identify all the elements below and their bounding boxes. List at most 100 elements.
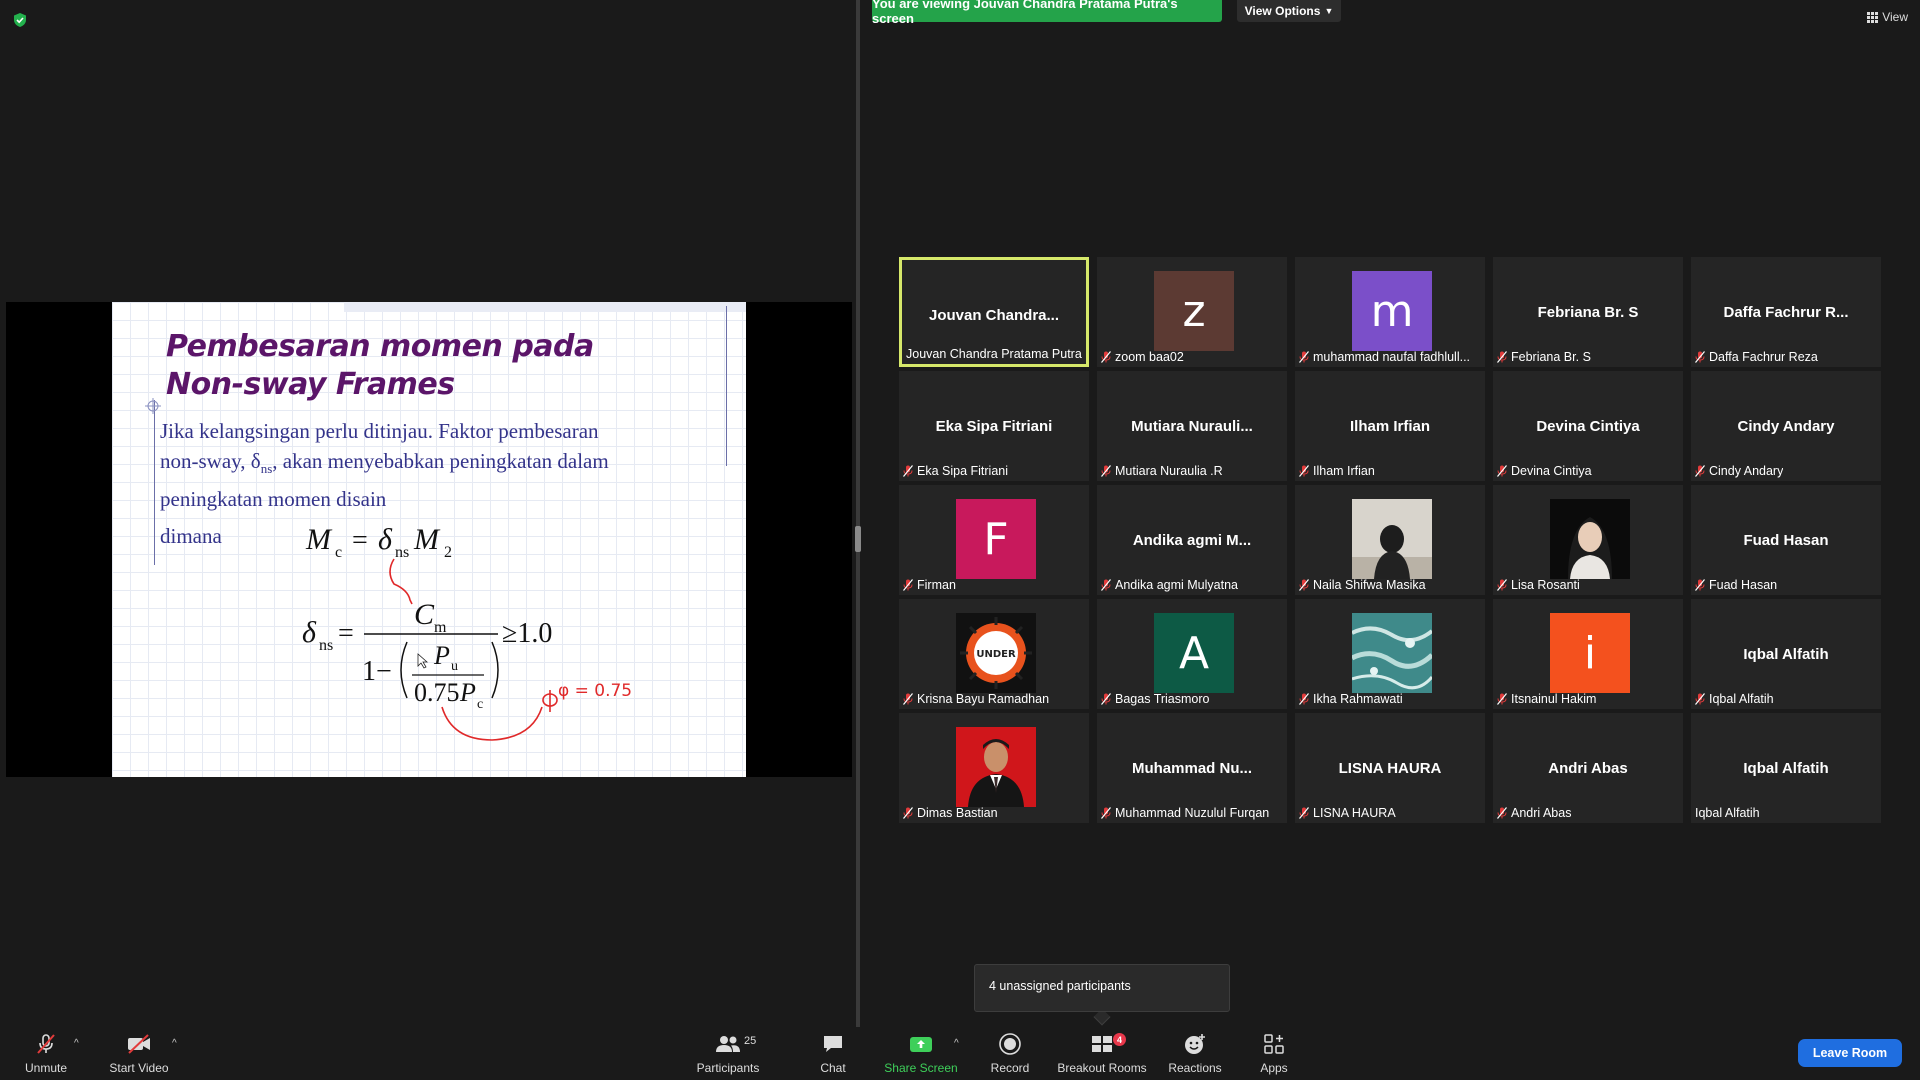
participant-display-name: Daffa Fachrur R... xyxy=(1723,304,1849,321)
svg-text:δ: δ xyxy=(378,523,393,556)
participant-tile[interactable]: Ilham Irfian Ilham Irfian xyxy=(1295,371,1485,481)
participant-name-label: Itsnainul Hakim xyxy=(1497,692,1679,706)
participant-name-label: Iqbal Alfatih xyxy=(1695,806,1877,820)
security-shield-icon[interactable] xyxy=(12,12,28,28)
mouse-pointer-icon xyxy=(417,653,429,669)
breakout-rooms-icon xyxy=(1092,1036,1112,1052)
participant-tile[interactable]: Iqbal Alfatih Iqbal Alfatih xyxy=(1691,713,1881,823)
participant-tile[interactable]: F Firman xyxy=(899,485,1089,595)
start-video-button[interactable]: Start Video xyxy=(104,1027,174,1080)
svg-text:1−: 1− xyxy=(362,656,392,687)
breakout-rooms-badge: 4 xyxy=(1113,1033,1126,1046)
leave-room-button[interactable]: Leave Room xyxy=(1798,1039,1902,1067)
participant-name-label: Fuad Hasan xyxy=(1695,578,1877,592)
participant-tile[interactable]: A Bagas Triasmoro xyxy=(1097,599,1287,709)
participant-display-name: Andri Abas xyxy=(1548,760,1628,777)
participant-name-text: Ilham Irfian xyxy=(1313,464,1375,478)
participant-tile[interactable]: Ikha Rahmawati xyxy=(1295,599,1485,709)
participant-display-name: LISNA HAURA xyxy=(1338,760,1442,777)
participant-name-text: Naila Shifwa Masika xyxy=(1313,578,1426,592)
mic-muted-icon xyxy=(1299,351,1309,363)
svg-text:M: M xyxy=(413,523,441,556)
participant-tile[interactable]: Naila Shifwa Masika xyxy=(1295,485,1485,595)
participant-tile[interactable]: Andika agmi M... Andika agmi Mulyatna xyxy=(1097,485,1287,595)
svg-text:u: u xyxy=(451,659,458,674)
participant-display-name: Devina Cintiya xyxy=(1536,418,1640,435)
participant-tile[interactable]: Daffa Fachrur R... Daffa Fachrur Reza xyxy=(1691,257,1881,367)
mic-muted-icon xyxy=(903,465,913,477)
svg-text:c: c xyxy=(477,697,483,712)
participant-name-label: Firman xyxy=(903,578,1085,592)
participant-tile[interactable]: Iqbal Alfatih Iqbal Alfatih xyxy=(1691,599,1881,709)
participant-name-text: Itsnainul Hakim xyxy=(1511,692,1597,706)
participant-tile[interactable]: Muhammad Nu... Muhammad Nuzulul Furqan xyxy=(1097,713,1287,823)
audio-options-caret[interactable]: ^ xyxy=(74,1038,79,1049)
chat-button[interactable]: Chat xyxy=(806,1027,860,1080)
participant-name-label: Andika agmi Mulyatna xyxy=(1101,578,1283,592)
participant-name-text: Ikha Rahmawati xyxy=(1313,692,1403,706)
reactions-icon xyxy=(1185,1034,1205,1054)
participant-tile[interactable]: i Itsnainul Hakim xyxy=(1493,599,1683,709)
participant-display-name: Fuad Hasan xyxy=(1743,532,1829,549)
participant-display-name: Jouvan Chandra... xyxy=(928,307,1060,324)
share-screen-label: Share Screen xyxy=(884,1061,958,1075)
participant-tile[interactable]: Andri Abas Andri Abas xyxy=(1493,713,1683,823)
participant-name-label: Febriana Br. S xyxy=(1497,350,1679,364)
chevron-down-icon: ▼ xyxy=(1324,6,1334,16)
share-options-caret[interactable]: ^ xyxy=(954,1038,959,1049)
participant-tile[interactable]: Lisa Rosanti xyxy=(1493,485,1683,595)
participant-tile[interactable]: UNDER Krisna Bayu Ramadhan xyxy=(899,599,1089,709)
participant-tile[interactable]: Febriana Br. S Febriana Br. S xyxy=(1493,257,1683,367)
participant-tile[interactable]: Devina Cintiya Devina Cintiya xyxy=(1493,371,1683,481)
participant-name-label: LISNA HAURA xyxy=(1299,806,1481,820)
breakout-rooms-button[interactable]: Breakout Rooms xyxy=(1056,1027,1148,1080)
unmute-button[interactable]: Unmute xyxy=(18,1027,74,1080)
participant-name-label: Cindy Andary xyxy=(1695,464,1877,478)
participant-name-text: LISNA HAURA xyxy=(1313,806,1396,820)
mic-muted-icon xyxy=(1695,351,1705,363)
participant-name-label: Dimas Bastian xyxy=(903,806,1085,820)
participant-name-text: Bagas Triasmoro xyxy=(1115,692,1210,706)
participant-tile[interactable]: m muhammad naufal fadhlull... xyxy=(1295,257,1485,367)
view-options-label: View Options xyxy=(1244,4,1321,18)
record-label: Record xyxy=(990,1061,1030,1075)
mic-muted-icon xyxy=(1497,807,1507,819)
participant-tile[interactable]: Eka Sipa Fitriani Eka Sipa Fitriani xyxy=(899,371,1089,481)
participant-tile[interactable]: Fuad Hasan Fuad Hasan xyxy=(1691,485,1881,595)
participant-tile[interactable]: Jouvan Chandra... Jouvan Chandra Pratama … xyxy=(899,257,1089,367)
mic-muted-icon xyxy=(1497,579,1507,591)
participant-tile[interactable]: Dimas Bastian xyxy=(899,713,1089,823)
participant-name-label: Ikha Rahmawati xyxy=(1299,692,1481,706)
viewing-screen-banner: You are viewing Jouvan Chandra Pratama P… xyxy=(872,0,1222,26)
view-button[interactable]: View xyxy=(1867,10,1908,24)
unmute-label: Unmute xyxy=(24,1061,68,1075)
unassigned-participants-popup[interactable]: 4 unassigned participants xyxy=(974,964,1230,1012)
breakout-rooms-label: Breakout Rooms xyxy=(1057,1061,1147,1075)
svg-text:0.75: 0.75 xyxy=(414,678,460,707)
apps-label: Apps xyxy=(1260,1061,1288,1075)
mic-muted-icon xyxy=(1695,579,1705,591)
svg-text:P: P xyxy=(459,678,476,707)
video-options-caret[interactable]: ^ xyxy=(172,1038,177,1049)
grid-view-icon xyxy=(1867,11,1879,23)
participant-tile[interactable]: Cindy Andary Cindy Andary xyxy=(1691,371,1881,481)
split-resize-handle[interactable] xyxy=(855,526,861,552)
share-screen-button[interactable]: Share Screen xyxy=(882,1027,960,1080)
participant-name-label: Ilham Irfian xyxy=(1299,464,1481,478)
participant-name-label: Naila Shifwa Masika xyxy=(1299,578,1481,592)
view-options-button[interactable]: View Options ▼ xyxy=(1237,0,1341,22)
record-button[interactable]: Record xyxy=(984,1027,1036,1080)
participant-display-name: Mutiara Nurauli... xyxy=(1131,418,1253,435)
svg-text:2: 2 xyxy=(444,544,452,561)
reactions-button[interactable]: Reactions xyxy=(1164,1027,1226,1080)
apps-button[interactable]: Apps xyxy=(1254,1027,1294,1080)
participant-display-name: Eka Sipa Fitriani xyxy=(935,418,1053,435)
mic-muted-icon xyxy=(1101,693,1111,705)
cursor-crosshair-icon xyxy=(145,398,161,414)
participant-tile[interactable]: z zoom baa02 xyxy=(1097,257,1287,367)
svg-text:=: = xyxy=(338,618,354,649)
participant-tile[interactable]: LISNA HAURA LISNA HAURA xyxy=(1295,713,1485,823)
participant-name-label: Krisna Bayu Ramadhan xyxy=(903,692,1085,706)
participant-display-name: Iqbal Alfatih xyxy=(1743,646,1829,663)
participant-tile[interactable]: Mutiara Nurauli... Mutiara Nuraulia .R xyxy=(1097,371,1287,481)
